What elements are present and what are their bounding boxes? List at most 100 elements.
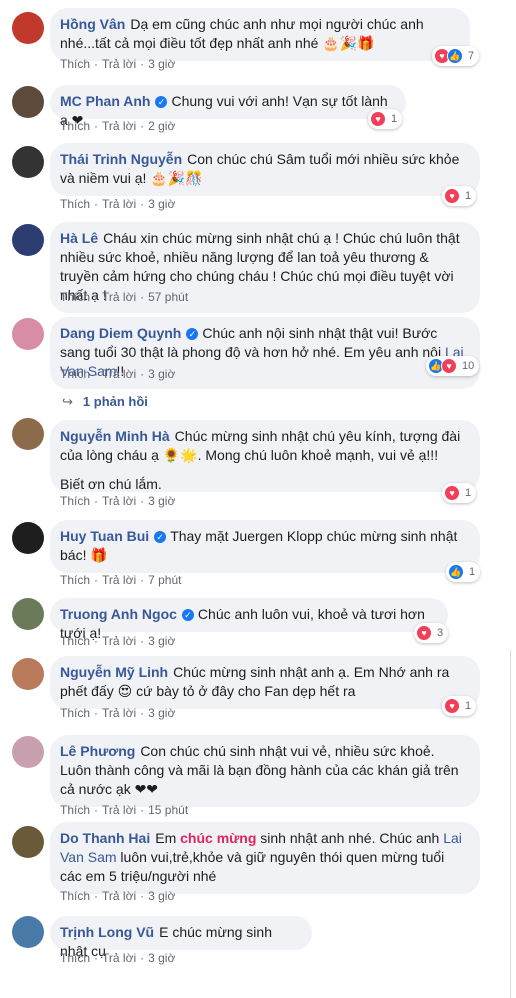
avatar[interactable] bbox=[12, 146, 44, 178]
like-link[interactable]: Thích bbox=[60, 57, 90, 71]
comment-bubble: Hồng Vân Dạ em cũng chúc anh như mọi ngườ… bbox=[50, 8, 470, 61]
comment-actions: Thích · Trả lời · 7 phút bbox=[60, 573, 182, 587]
love-reaction-icon: ♥ bbox=[444, 698, 460, 714]
reaction-summary[interactable]: ♥ 1 bbox=[442, 483, 477, 503]
reaction-count: 1 bbox=[469, 566, 476, 578]
like-link[interactable]: Thích bbox=[60, 951, 90, 965]
avatar[interactable] bbox=[12, 224, 44, 256]
reply-link[interactable]: Trả lời bbox=[102, 706, 136, 720]
love-reaction-icon: ♥ bbox=[416, 625, 432, 641]
comment-actions: Thích · Trả lời · 15 phút bbox=[60, 803, 189, 817]
avatar[interactable] bbox=[12, 12, 44, 44]
comment-time[interactable]: 7 phút bbox=[148, 573, 181, 587]
avatar[interactable] bbox=[12, 86, 44, 118]
comment-bubble: Huy Tuan Bui ✓ Thay mặt Juergen Klopp chúc… bbox=[50, 520, 480, 573]
comment-text: Em bbox=[155, 830, 181, 846]
comment-bubble: Do Thanh Hai Em chúc mừng sinh nhật anh n… bbox=[50, 822, 480, 894]
commenter-name[interactable]: Nguyễn Minh Hà bbox=[60, 428, 170, 444]
reply-link[interactable]: Trả lời bbox=[102, 57, 136, 71]
comment-time[interactable]: 3 giờ bbox=[148, 706, 175, 720]
comment-text-line: Biết ơn chú lắm. bbox=[60, 476, 162, 492]
like-link[interactable]: Thích bbox=[60, 494, 90, 508]
reply-link[interactable]: Trả lời bbox=[102, 197, 136, 211]
commenter-name[interactable]: Hồng Vân bbox=[60, 16, 125, 32]
reply-link[interactable]: Trả lời bbox=[102, 803, 136, 817]
like-link[interactable]: Thích bbox=[60, 573, 90, 587]
commenter-name[interactable]: Dang Diem Quynh bbox=[60, 325, 181, 341]
avatar[interactable] bbox=[12, 826, 44, 858]
comment-time[interactable]: 3 giờ bbox=[148, 634, 175, 648]
highlighted-text[interactable]: chúc mừng bbox=[180, 830, 256, 846]
avatar[interactable] bbox=[12, 598, 44, 630]
comment-bubble: Thái Trinh Nguyễn Con chúc chú Sâm tuổi m… bbox=[50, 143, 480, 196]
like-link[interactable]: Thích bbox=[60, 367, 90, 381]
like-link[interactable]: Thích bbox=[60, 290, 90, 304]
like-link[interactable]: Thích bbox=[60, 197, 90, 211]
like-link[interactable]: Thích bbox=[60, 119, 90, 133]
love-reaction-icon: ♥ bbox=[370, 111, 386, 127]
reaction-summary[interactable]: 👍 1 bbox=[446, 562, 481, 582]
comment-time[interactable]: 3 giờ bbox=[148, 951, 175, 965]
reaction-summary[interactable]: ♥ 3 bbox=[414, 623, 449, 643]
reply-link[interactable]: Trả lời bbox=[102, 367, 136, 381]
reply-link[interactable]: Trả lời bbox=[102, 494, 136, 508]
reply-arrow-icon: ↪ bbox=[62, 394, 73, 409]
reaction-count: 1 bbox=[465, 487, 472, 499]
avatar[interactable] bbox=[12, 658, 44, 690]
avatar[interactable] bbox=[12, 418, 44, 450]
comment-time[interactable]: 2 giờ bbox=[148, 119, 175, 133]
reaction-summary[interactable]: ♥ 1 bbox=[442, 186, 477, 206]
comment-bubble: Trịnh Long Vũ E chúc mừng sinh nhật cụ bbox=[50, 916, 312, 959]
comment-actions: Thích · Trả lời · 3 giờ bbox=[60, 951, 176, 965]
comment-actions: Thích · Trả lời · 3 giờ bbox=[60, 57, 176, 71]
comment-time[interactable]: 3 giờ bbox=[148, 494, 175, 508]
comment-bubble: MC Phan Anh ✓ Chung vui với anh! Vạn sự tố… bbox=[50, 85, 406, 128]
reaction-count: 1 bbox=[465, 700, 472, 712]
commenter-name[interactable]: Lê Phương bbox=[60, 743, 135, 759]
comment-bubble: Truong Anh Ngoc ✓ Chúc anh luôn vui, khoẻ … bbox=[50, 598, 448, 641]
love-reaction-icon: ♥ bbox=[444, 188, 460, 204]
avatar[interactable] bbox=[12, 522, 44, 554]
commenter-name[interactable]: Trịnh Long Vũ bbox=[60, 924, 154, 940]
reply-link[interactable]: Trả lời bbox=[102, 951, 136, 965]
comment-time[interactable]: 15 phút bbox=[148, 803, 188, 817]
avatar[interactable] bbox=[12, 736, 44, 768]
like-link[interactable]: Thích bbox=[60, 706, 90, 720]
commenter-name[interactable]: MC Phan Anh bbox=[60, 93, 150, 109]
avatar[interactable] bbox=[12, 318, 44, 350]
reaction-summary[interactable]: ♥ 1 bbox=[368, 109, 403, 129]
reaction-summary[interactable]: 👍 ♥ 10 bbox=[426, 356, 480, 376]
comment-actions: Thích · Trả lời · 3 giờ bbox=[60, 367, 176, 381]
view-replies-link[interactable]: ↪ 1 phản hồi bbox=[62, 394, 148, 410]
comment-actions: Thích · Trả lời · 3 giờ bbox=[60, 889, 176, 903]
commenter-name[interactable]: Hà Lê bbox=[60, 230, 98, 246]
like-link[interactable]: Thích bbox=[60, 889, 90, 903]
reaction-summary[interactable]: ♥ 1 bbox=[442, 696, 477, 716]
reply-link[interactable]: Trả lời bbox=[102, 119, 136, 133]
comment-bubble: Lê Phương Con chúc chú sinh nhật vui vẻ, … bbox=[50, 735, 480, 807]
like-reaction-icon: 👍 bbox=[448, 564, 464, 580]
reaction-count: 1 bbox=[465, 190, 472, 202]
comment-actions: Thích · Trả lời · 3 giờ bbox=[60, 494, 176, 508]
commenter-name[interactable]: Thái Trinh Nguyễn bbox=[60, 151, 182, 167]
comment-time[interactable]: 3 giờ bbox=[148, 889, 175, 903]
like-link[interactable]: Thích bbox=[60, 803, 90, 817]
comment-actions: Thích · Trả lời · 3 giờ bbox=[60, 634, 176, 648]
reply-link[interactable]: Trả lời bbox=[102, 634, 136, 648]
comment-time[interactable]: 3 giờ bbox=[148, 197, 175, 211]
comment-time[interactable]: 3 giờ bbox=[148, 367, 175, 381]
love-reaction-icon: ♥ bbox=[444, 485, 460, 501]
commenter-name[interactable]: Truong Anh Ngoc bbox=[60, 606, 177, 622]
commenter-name[interactable]: Nguyễn Mỹ Linh bbox=[60, 664, 168, 680]
commenter-name[interactable]: Do Thanh Hai bbox=[60, 830, 150, 846]
commenter-name[interactable]: Huy Tuan Bui bbox=[60, 528, 149, 544]
reply-link[interactable]: Trả lời bbox=[102, 573, 136, 587]
reaction-summary[interactable]: ♥ 👍 7 bbox=[432, 46, 480, 66]
avatar[interactable] bbox=[12, 916, 44, 948]
like-link[interactable]: Thích bbox=[60, 634, 90, 648]
reply-link[interactable]: Trả lời bbox=[102, 290, 136, 304]
reply-link[interactable]: Trả lời bbox=[102, 889, 136, 903]
comment-time[interactable]: 3 giờ bbox=[148, 57, 175, 71]
comment-actions: Thích · Trả lời · 3 giờ bbox=[60, 197, 176, 211]
comment-time[interactable]: 57 phút bbox=[148, 290, 188, 304]
